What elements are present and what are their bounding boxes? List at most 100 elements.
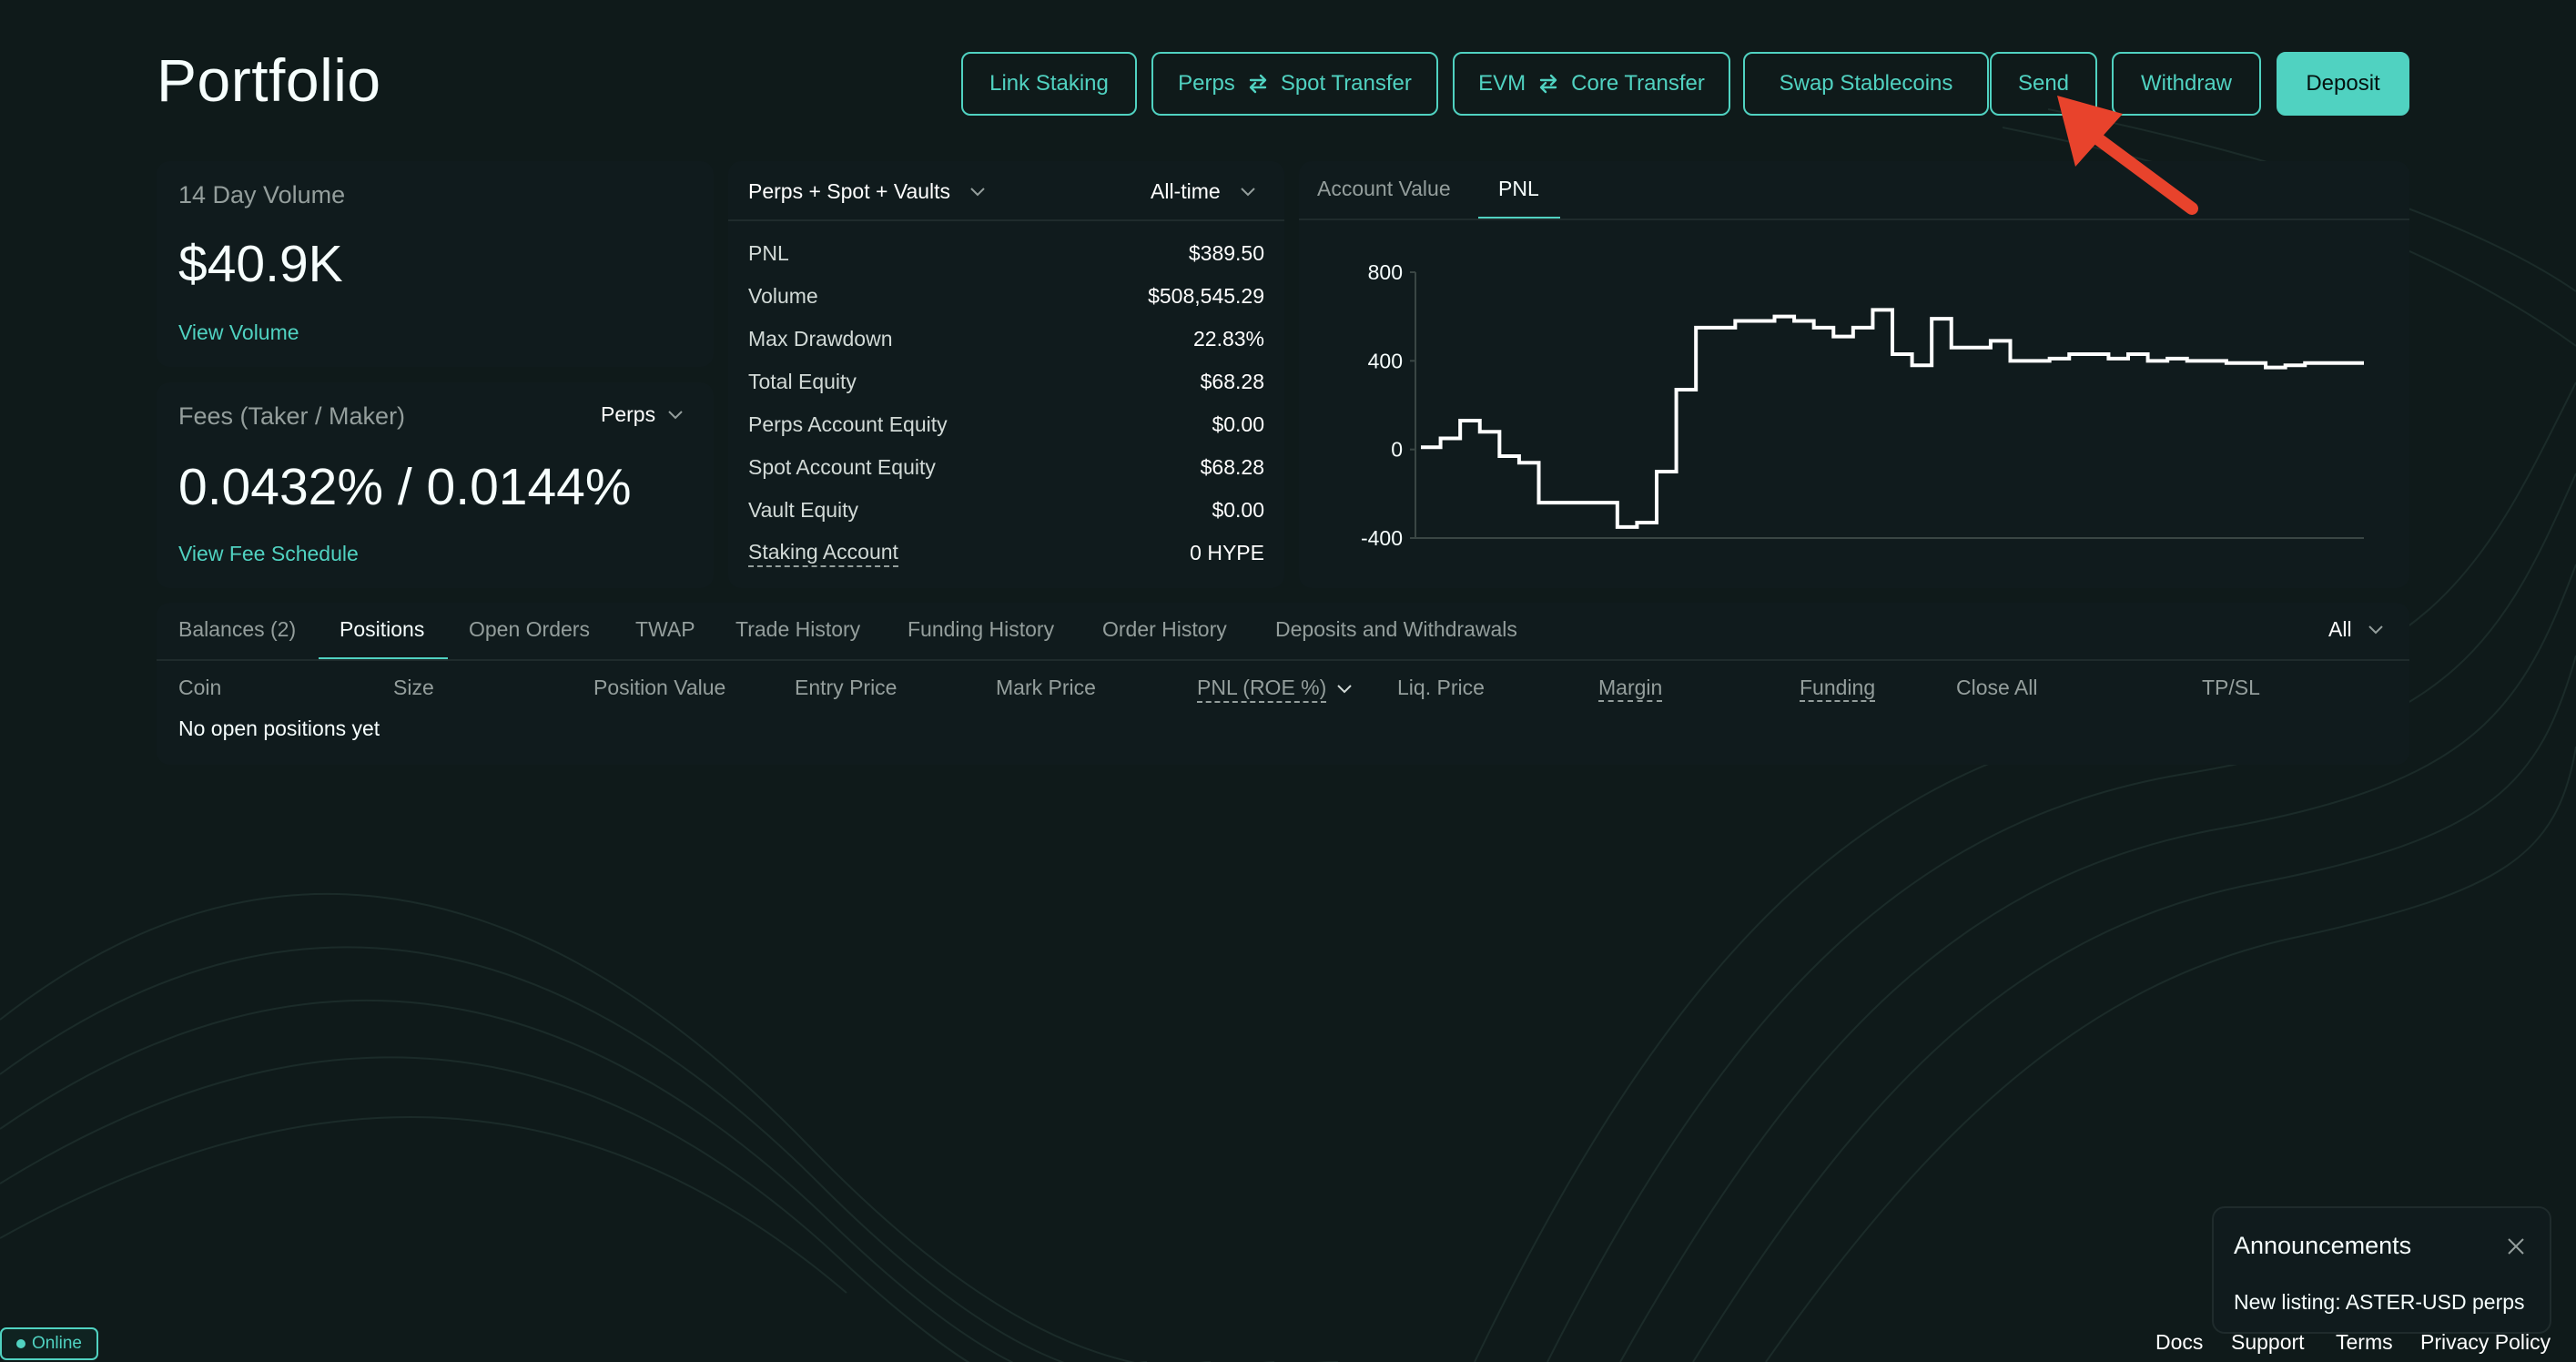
stat-row-staking-account: Staking Account 0 HYPE — [748, 532, 1264, 574]
link-staking-button[interactable]: Link Staking — [961, 52, 1137, 116]
funding-header-label: Funding — [1800, 676, 1876, 702]
close-all-button[interactable]: Close All — [1956, 676, 2037, 700]
column-header-liq-price: Liq. Price — [1397, 676, 1485, 699]
stat-row-pnl: PNL $389.50 — [748, 232, 1264, 275]
swap-stablecoins-label: Swap Stablecoins — [1779, 71, 1953, 96]
y-tick-label: -400 — [1361, 526, 1403, 550]
chart-panel: Account Value PNL 800 400 0 -400 — [1299, 161, 2409, 588]
fees-card: Fees (Taker / Maker) Perps 0.0432% / 0.0… — [157, 382, 714, 588]
view-fee-schedule-link[interactable]: View Fee Schedule — [178, 542, 359, 566]
footer-link-privacy[interactable]: Privacy Policy — [2420, 1330, 2551, 1355]
pnl-series-line — [1421, 308, 2364, 529]
footer-link-support[interactable]: Support — [2231, 1330, 2305, 1355]
margin-header-label: Margin — [1598, 676, 1663, 702]
divider — [157, 659, 2409, 661]
volume-card: 14 Day Volume $40.9K View Volume — [157, 161, 714, 367]
fees-market-value: Perps — [601, 402, 656, 426]
tab-open-orders[interactable]: Open Orders — [469, 617, 590, 642]
scope-value: Perps + Spot + Vaults — [748, 179, 951, 203]
chevron-down-icon — [2368, 625, 2383, 634]
chevron-down-icon — [1240, 187, 1255, 196]
spot-transfer-label: Spot Transfer — [1280, 71, 1412, 96]
pnl-header-label: PNL (ROE %) — [1197, 676, 1327, 703]
stat-label: Total Equity — [748, 370, 857, 393]
tab-order-history[interactable]: Order History — [1102, 617, 1227, 642]
deposit-button[interactable]: Deposit — [2277, 52, 2409, 116]
column-header-entry-price: Entry Price — [795, 676, 898, 699]
annotation-arrow-icon — [2057, 96, 2198, 215]
core-transfer-label: Core Transfer — [1571, 71, 1705, 96]
stat-value: $508,545.29 — [1148, 284, 1264, 308]
stat-value: $389.50 — [1188, 241, 1264, 265]
column-header-pnl[interactable]: PNL (ROE %) — [1197, 676, 1352, 703]
chevron-down-icon — [1337, 685, 1352, 694]
stat-value: $0.00 — [1212, 412, 1264, 436]
tab-positions[interactable]: Positions — [340, 617, 424, 642]
stat-row-total-equity: Total Equity $68.28 — [748, 361, 1264, 403]
announcement-toast: Announcements New listing: ASTER-USD per… — [2212, 1206, 2551, 1334]
stat-label: Perps Account Equity — [748, 412, 948, 436]
stat-value: $0.00 — [1212, 498, 1264, 522]
page-title: Portfolio — [157, 46, 381, 114]
time-range-value: All-time — [1151, 179, 1221, 203]
stat-value: 22.83% — [1192, 327, 1264, 351]
announcement-body[interactable]: New listing: ASTER-USD perps — [2234, 1290, 2525, 1315]
perps-spot-transfer-button[interactable]: Perps Spot Transfer — [1151, 52, 1438, 116]
close-icon[interactable] — [2507, 1237, 2525, 1255]
stat-value: $68.28 — [1200, 370, 1264, 393]
stat-label: Volume — [748, 284, 818, 308]
positions-panel: Balances (2) Positions Open Orders TWAP … — [157, 603, 2409, 765]
stat-row-perps-equity: Perps Account Equity $0.00 — [748, 403, 1264, 446]
evm-core-transfer-button[interactable]: EVM Core Transfer — [1453, 52, 1730, 116]
column-header-mark-price: Mark Price — [996, 676, 1096, 699]
divider — [728, 219, 1284, 221]
filter-selector[interactable]: All — [2328, 617, 2383, 642]
column-header-margin: Margin — [1598, 676, 1663, 702]
stat-label: PNL — [748, 241, 789, 265]
tab-balances[interactable]: Balances (2) — [178, 617, 296, 642]
stat-label: Staking Account — [748, 540, 898, 567]
chevron-down-icon — [668, 410, 683, 419]
volume-label: 14 Day Volume — [178, 181, 346, 208]
fees-label: Fees (Taker / Maker) — [178, 402, 406, 430]
column-header-tpsl: TP/SL — [2202, 676, 2260, 699]
status-badge: Online — [0, 1327, 98, 1360]
status-dot-icon — [16, 1339, 26, 1348]
y-tick-label: 400 — [1368, 349, 1403, 372]
stat-row-volume: Volume $508,545.29 — [748, 275, 1264, 318]
swap-arrows-icon — [1249, 74, 1267, 94]
filter-value: All — [2328, 617, 2352, 641]
column-header-coin: Coin — [178, 676, 222, 699]
column-header-size: Size — [393, 676, 434, 699]
stat-value: $68.28 — [1200, 455, 1264, 479]
stat-label: Spot Account Equity — [748, 455, 936, 479]
deposit-label: Deposit — [2306, 71, 2380, 96]
tab-funding-history[interactable]: Funding History — [908, 617, 1054, 642]
scope-selector[interactable]: Perps + Spot + Vaults — [748, 179, 985, 204]
tab-deposits-withdrawals[interactable]: Deposits and Withdrawals — [1275, 617, 1517, 642]
perps-label: Perps — [1178, 71, 1235, 96]
fees-market-selector[interactable]: Perps — [601, 402, 683, 427]
stats-panel: Perps + Spot + Vaults All-time PNL $389.… — [728, 161, 1284, 588]
column-header-funding: Funding — [1800, 676, 1876, 702]
footer-link-docs[interactable]: Docs — [2155, 1330, 2203, 1355]
evm-label: EVM — [1478, 71, 1526, 96]
tab-trade-history[interactable]: Trade History — [735, 617, 860, 642]
stat-row-vault-equity: Vault Equity $0.00 — [748, 489, 1264, 532]
stat-row-max-drawdown: Max Drawdown 22.83% — [748, 318, 1264, 361]
time-range-selector[interactable]: All-time — [1151, 179, 1255, 204]
column-header-position-value: Position Value — [593, 676, 726, 699]
y-tick-label: 800 — [1368, 260, 1403, 284]
empty-positions-message: No open positions yet — [178, 717, 380, 740]
swap-arrows-icon — [1539, 74, 1557, 94]
pnl-chart: 800 400 0 -400 — [1361, 260, 2364, 550]
tab-twap[interactable]: TWAP — [635, 617, 695, 642]
view-volume-link[interactable]: View Volume — [178, 320, 299, 345]
status-text: Online — [32, 1334, 82, 1353]
volume-value: $40.9K — [178, 235, 343, 293]
fees-value: 0.0432% / 0.0144% — [178, 458, 632, 516]
footer-link-terms[interactable]: Terms — [2336, 1330, 2393, 1355]
stat-label: Max Drawdown — [748, 327, 893, 351]
swap-stablecoins-button[interactable]: Swap Stablecoins — [1743, 52, 1989, 116]
stat-label: Vault Equity — [748, 498, 859, 522]
